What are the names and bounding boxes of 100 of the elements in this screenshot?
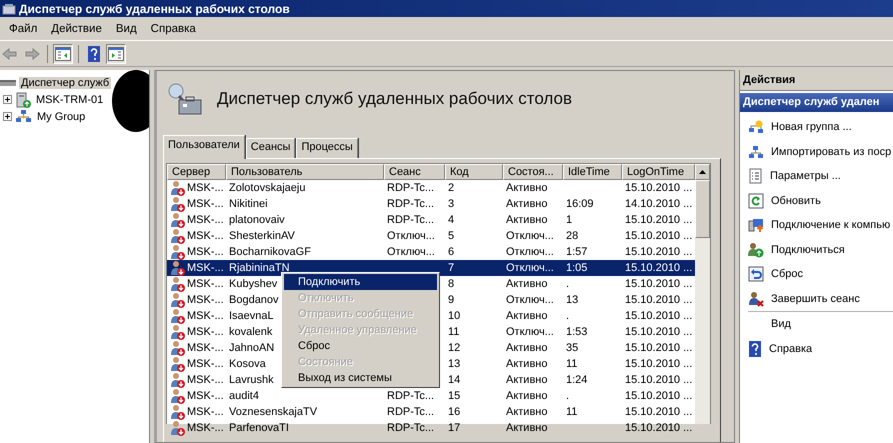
table-cell: 15.10.2010 ... <box>625 182 692 194</box>
table-cell: 16 <box>448 406 460 418</box>
table-cell: 1:24 <box>566 374 588 386</box>
user-icon <box>170 388 186 404</box>
scrollbar-thumb[interactable] <box>695 180 710 238</box>
table-cell: 15.10.2010 ... <box>625 374 692 386</box>
undo-icon <box>748 266 764 282</box>
action-link[interactable]: Подключиться <box>771 244 845 256</box>
table-cell: 15.10.2010 ... <box>625 214 692 226</box>
action-link[interactable]: Новая группа ... <box>771 121 852 134</box>
table-cell: RDP-Tc... <box>387 390 434 402</box>
table-cell: 15.10.2010 ... <box>625 358 692 370</box>
table-cell: RDP-Tc... <box>387 198 434 210</box>
action-link[interactable]: Подключение к компью <box>771 219 890 232</box>
table-cell: JahnoAN <box>229 342 274 354</box>
table-cell: MSK-... <box>187 294 224 306</box>
table-cell: MSK-... <box>187 198 224 210</box>
column-header[interactable]: Сеанс <box>384 164 445 180</box>
column-header[interactable]: Состоя... <box>503 164 563 180</box>
refresh-icon <box>748 192 764 209</box>
table-cell: 15.10.2010 ... <box>625 422 692 434</box>
table-cell: Kosova <box>229 358 266 370</box>
server-icon <box>15 92 31 108</box>
action-link[interactable]: Справка <box>769 342 812 355</box>
table-cell: 15 <box>448 390 460 402</box>
table-cell: RjabininaTN <box>229 262 290 274</box>
menu-item[interactable]: Сброс <box>284 338 437 354</box>
table-cell: 4 <box>448 214 454 226</box>
action-link[interactable]: Завершить сеанс <box>771 292 860 305</box>
help-icon <box>87 46 101 62</box>
table-cell: 13 <box>566 294 578 306</box>
table-cell: Активно <box>506 374 548 386</box>
scroll-up-button[interactable] <box>695 164 710 180</box>
action-link[interactable]: Сброс <box>771 268 803 280</box>
table-cell: Активно <box>506 406 548 418</box>
column-header[interactable]: LogOnTime <box>622 164 695 180</box>
table-cell: RDP-Tc... <box>387 214 434 226</box>
column-header[interactable]: Пользователь <box>226 164 384 180</box>
action-link[interactable]: Вид <box>771 318 791 330</box>
table-cell: Активно <box>506 214 548 226</box>
table-cell: ShesterkinAV <box>229 230 295 242</box>
menu-item[interactable]: Файл <box>2 20 44 36</box>
user-icon <box>170 212 186 228</box>
table-cell: Zolotovskajaeju <box>229 182 306 194</box>
tab[interactable]: Процессы <box>296 138 358 158</box>
table-cell: 3 <box>448 198 454 210</box>
new-group-icon <box>748 120 764 134</box>
tab[interactable]: Пользователи <box>163 135 245 159</box>
tree-item[interactable]: Диспетчер служб <box>19 76 112 88</box>
menu-item[interactable]: Справка <box>144 20 203 36</box>
table-cell: 15.10.2010 ... <box>625 326 692 338</box>
table-cell: 15.10.2010 ... <box>625 246 692 258</box>
tab[interactable]: Сеансы <box>246 138 296 158</box>
table-cell: Lavrushk <box>229 374 274 386</box>
table-cell: . <box>566 310 570 322</box>
table-cell: MSK-... <box>187 422 224 434</box>
expand-icon[interactable] <box>3 112 12 121</box>
table-cell: Активно <box>506 342 548 354</box>
menu-item[interactable]: Выход из системы <box>284 370 437 386</box>
table-cell: Отключ... <box>387 246 435 258</box>
table-cell: kovalenk <box>229 326 272 338</box>
table-cell: Bogdanov <box>229 294 279 306</box>
table-cell: IsaevnaL <box>229 310 274 322</box>
column-header[interactable]: IdleTime <box>563 164 622 180</box>
column-header[interactable]: Код <box>445 164 503 180</box>
expand-icon[interactable] <box>3 95 12 104</box>
action-link[interactable]: Параметры ... <box>770 170 841 182</box>
user-icon <box>170 292 186 308</box>
action-link[interactable]: Импортировать из поср <box>771 146 892 158</box>
table-cell: MSK-... <box>187 182 224 194</box>
menu-item[interactable]: Вид <box>108 20 144 36</box>
user-icon <box>170 244 186 260</box>
table-cell: 14 <box>448 374 460 386</box>
table-cell: RDP-Tc... <box>387 182 434 194</box>
menu-item[interactable]: Подключить <box>284 274 437 290</box>
table-cell: audit4 <box>229 390 259 402</box>
table-cell: MSK-... <box>187 326 224 338</box>
show-actions-button[interactable] <box>106 44 126 64</box>
table-cell: 16:09 <box>566 198 594 210</box>
section-header[interactable]: Диспетчер служб удален <box>740 93 893 112</box>
table-cell: 10 <box>448 310 460 322</box>
user-icon <box>170 404 186 420</box>
table-cell: Отключ... <box>387 230 435 242</box>
list-icon <box>748 168 763 184</box>
menu-item[interactable]: Действие <box>44 20 109 36</box>
network-group-icon <box>748 144 764 159</box>
table-cell: Активно <box>506 422 548 434</box>
table-cell: Отключ... <box>506 294 554 306</box>
table-cell: 12 <box>448 342 460 354</box>
table-cell: VoznesenskajaTV <box>229 406 318 418</box>
table-cell: Отключ... <box>506 326 554 338</box>
table-cell: 28 <box>566 230 578 242</box>
table-cell: 15.10.2010 ... <box>625 230 692 242</box>
column-header[interactable]: Сервер <box>167 164 226 180</box>
action-link[interactable]: Обновить <box>771 194 821 207</box>
show-tree-button[interactable] <box>53 44 73 64</box>
tree-item[interactable]: My Group <box>35 110 88 122</box>
table-cell: 11 <box>566 406 578 418</box>
tree-item[interactable]: MSK-TRM-01 <box>34 94 106 106</box>
user-icon <box>170 260 186 276</box>
